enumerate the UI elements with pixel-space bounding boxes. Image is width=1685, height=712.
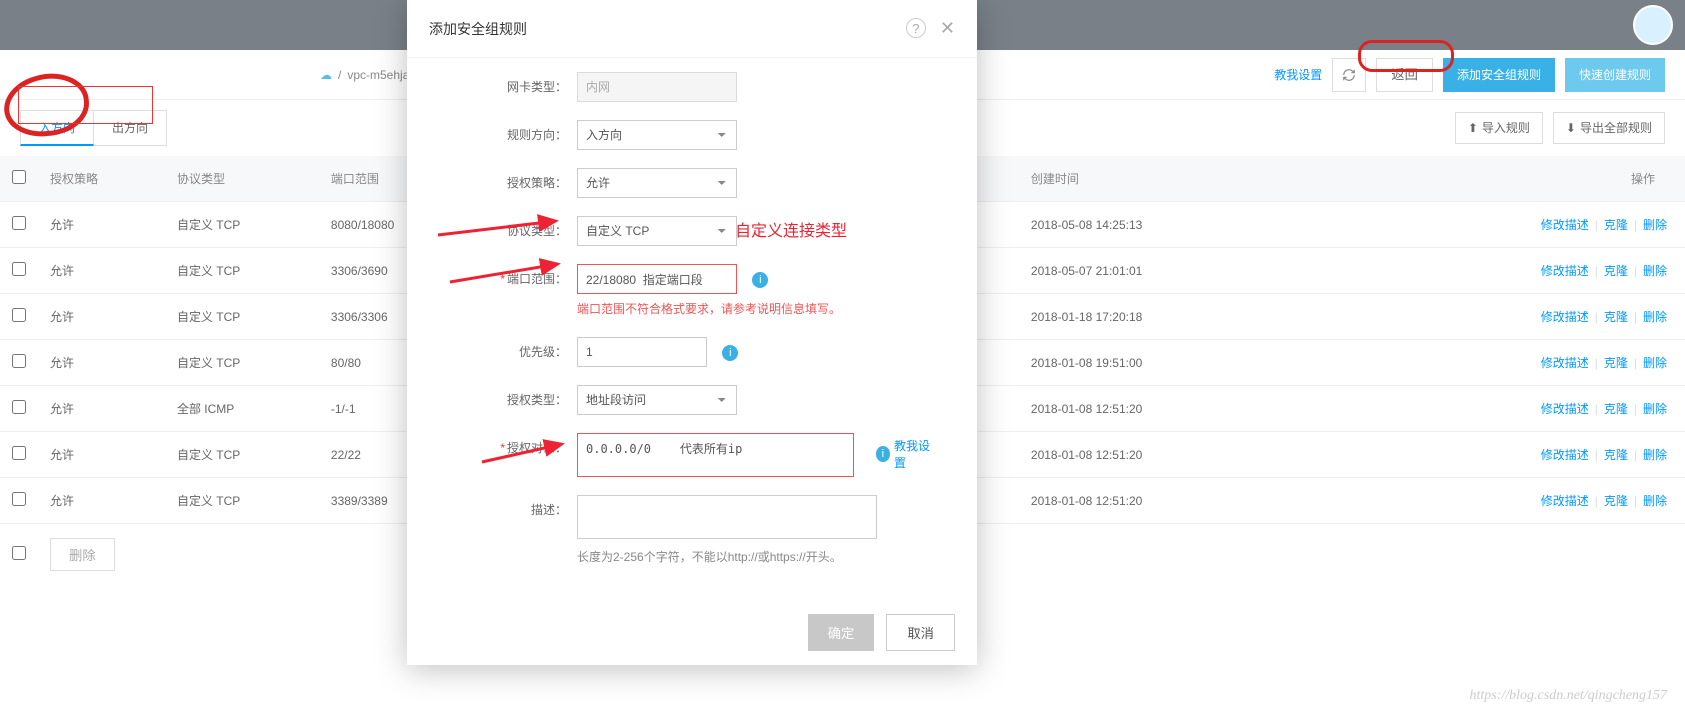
label-nic: 网卡类型： (447, 72, 577, 95)
auth-target-input[interactable]: 0.0.0.0/0 代表所有ip (577, 433, 854, 477)
protocol-select[interactable]: 自定义 TCP (577, 216, 737, 246)
label-priority: 优先级： (447, 337, 577, 360)
tutorial-link-modal[interactable]: 教我设置 (894, 437, 937, 471)
cancel-button[interactable]: 取消 (886, 614, 955, 651)
port-range-input[interactable] (577, 264, 737, 294)
watermark: https://blog.csdn.net/qingcheng157 (1469, 688, 1667, 704)
desc-hint: 长度为2-256个字符，不能以http://或https://开头。 (577, 548, 937, 565)
priority-input[interactable] (577, 337, 707, 367)
modal-title: 添加安全组规则 (429, 19, 527, 39)
info-icon[interactable]: i (876, 446, 890, 462)
label-policy: 授权策略： (447, 168, 577, 191)
info-icon[interactable]: i (722, 345, 738, 361)
label-proto: 协议类型： (447, 216, 577, 239)
label-desc: 描述： (447, 495, 577, 518)
label-dir: 规则方向： (447, 120, 577, 143)
add-rule-modal: 添加安全组规则 ? ✕ 网卡类型： 内网 规则方向： 入方向 授权策略： 允许 … (407, 0, 977, 665)
info-icon[interactable]: i (752, 272, 768, 288)
label-port: *端口范围： (447, 264, 577, 287)
nic-type-select: 内网 (577, 72, 737, 102)
description-input[interactable] (577, 495, 877, 539)
policy-select[interactable]: 允许 (577, 168, 737, 198)
direction-select[interactable]: 入方向 (577, 120, 737, 150)
label-authtype: 授权类型： (447, 385, 577, 408)
annotation-text-proto: 自定义连接类型 (735, 217, 847, 241)
auth-type-select[interactable]: 地址段访问 (577, 385, 737, 415)
close-icon[interactable]: ✕ (940, 18, 955, 39)
port-error-msg: 端口范围不符合格式要求，请参考说明信息填写。 (577, 300, 937, 319)
help-icon[interactable]: ? (906, 18, 926, 38)
ok-button[interactable]: 确定 (808, 614, 875, 651)
label-target: *授权对象： (447, 433, 577, 456)
